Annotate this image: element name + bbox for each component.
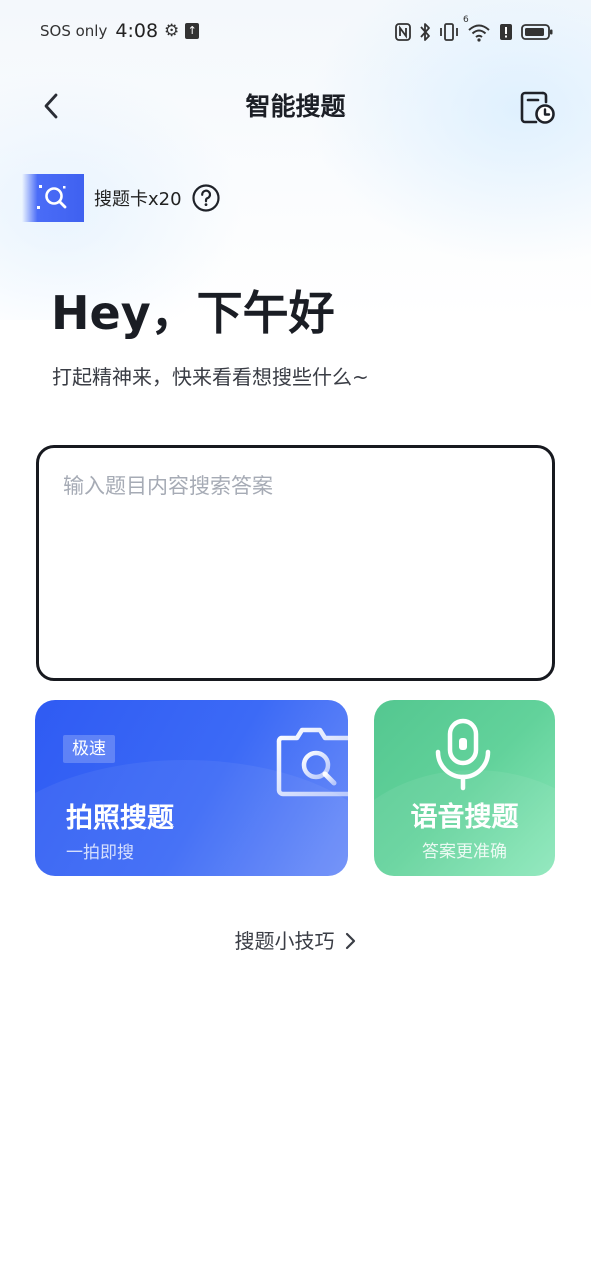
voice-search-title: 语音搜题 xyxy=(410,802,519,833)
search-tips-label: 搜题小技巧 xyxy=(234,929,335,953)
history-clock-icon xyxy=(520,91,555,124)
bluetooth-icon xyxy=(420,23,430,41)
search-box[interactable] xyxy=(36,445,555,681)
wifi-icon xyxy=(468,24,490,42)
wifi-indicator: 6 xyxy=(463,15,491,42)
history-button[interactable] xyxy=(518,88,556,126)
search-card-thumbnail xyxy=(22,174,84,222)
clock: 4:08 xyxy=(115,20,159,42)
search-tips-link[interactable]: 搜题小技巧 xyxy=(0,926,591,956)
camera-search-icon xyxy=(276,727,348,797)
voice-search-subtitle: 答案更准确 xyxy=(422,842,507,862)
status-right: 6 xyxy=(395,15,553,42)
speed-badge: 极速 xyxy=(63,735,115,763)
greeting-title: Hey，下午好 xyxy=(51,286,335,340)
chevron-right-icon xyxy=(345,932,355,950)
carrier-label: SOS only xyxy=(40,22,108,40)
search-card-label: 搜题卡x20 xyxy=(94,189,182,210)
question-circle-icon[interactable] xyxy=(191,184,220,212)
vibrate-icon xyxy=(440,23,458,41)
nfc-icon xyxy=(395,23,411,41)
chevron-left-icon xyxy=(44,93,58,119)
wifi-badge: 6 xyxy=(463,15,469,25)
status-left: SOS only 4:08 ⚙ ↑ xyxy=(40,20,200,42)
alert-icon xyxy=(500,24,512,40)
search-card-balance[interactable]: 搜题卡x20 xyxy=(22,174,220,222)
battery-icon xyxy=(521,24,553,40)
gear-icon: ⚙ xyxy=(164,21,180,41)
search-card-icon xyxy=(37,185,67,209)
photo-search-subtitle: 一拍即搜 xyxy=(66,843,134,863)
back-button[interactable] xyxy=(36,88,66,124)
search-input[interactable] xyxy=(63,470,529,656)
voice-search-button[interactable]: 语音搜题 答案更准确 xyxy=(374,700,555,876)
photo-search-button[interactable]: 极速 拍照搜题 一拍即搜 xyxy=(35,700,348,876)
photo-search-title: 拍照搜题 xyxy=(66,803,174,834)
greeting-subtitle: 打起精神来，快来看看想搜些什么~ xyxy=(52,365,369,389)
status-bar: SOS only 4:08 ⚙ ↑ 6 xyxy=(0,0,591,64)
microphone-icon xyxy=(435,718,491,791)
upload-icon: ↑ xyxy=(185,23,200,39)
